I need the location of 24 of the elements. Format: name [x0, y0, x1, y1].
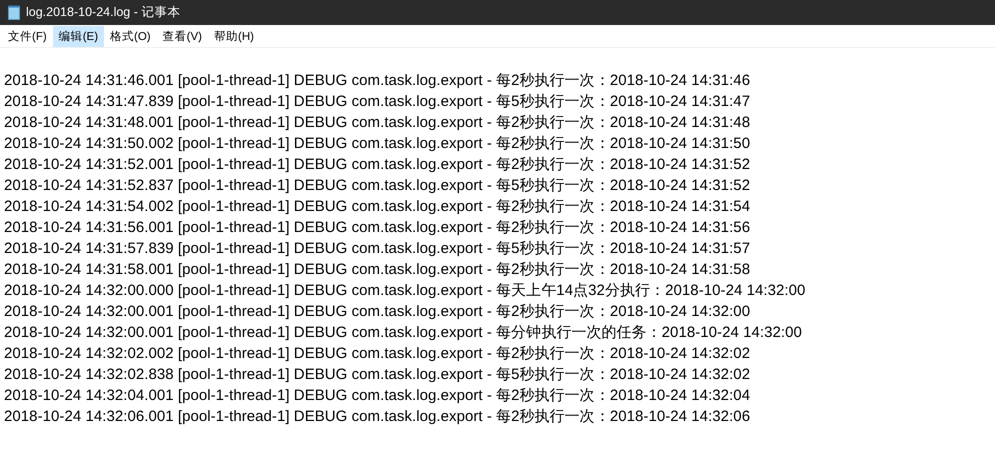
menu-item[interactable]: 查看(V): [156, 26, 208, 46]
log-line: 2018-10-24 14:31:58.001 [pool-1-thread-1] DEBUG com.task.log.export - 每2秒执行一次：2018-10-24 14:31:58: [4, 260, 752, 280]
log-line: 2018-10-24 14:31:52.001 [pool-1-thread-1] DEBUG com.task.log.export - 每2秒执行一次：2018-10-24 14:31:52: [4, 155, 752, 175]
log-line: 2018-10-24 14:32:02.838 [pool-1-thread-1] DEBUG com.task.log.export - 每5秒执行一次：2018-10-24 14:32:02: [4, 365, 752, 385]
log-line: 2018-10-24 14:31:56.001 [pool-1-thread-1] DEBUG com.task.log.export - 每2秒执行一次：2018-10-24 14:31:56: [4, 218, 752, 238]
log-line: 2018-10-24 14:31:50.002 [pool-1-thread-1] DEBUG com.task.log.export - 每2秒执行一次：2018-10-24 14:31:50: [4, 134, 752, 154]
menu-item[interactable]: 文件(F): [2, 26, 53, 46]
log-line: 2018-10-24 14:31:46.001 [pool-1-thread-1] DEBUG com.task.log.export - 每2秒执行一次：2018-10-24 14:31:46: [4, 71, 752, 91]
log-line: 2018-10-24 14:32:00.000 [pool-1-thread-1] DEBUG com.task.log.export - 每天上午14点32分执行：2018-10-24 14:32:00: [4, 281, 806, 301]
menu-item[interactable]: 格式(O): [104, 26, 157, 46]
log-line: 2018-10-24 14:31:48.001 [pool-1-thread-1] DEBUG com.task.log.export - 每2秒执行一次：2018-10-24 14:31:48: [4, 113, 752, 133]
log-line: 2018-10-24 14:32:00.001 [pool-1-thread-1] DEBUG com.task.log.export - 每分钟执行一次的任务：2018-10-24 14:32:00: [4, 323, 803, 343]
notepad-icon: [8, 5, 20, 20]
log-line: 2018-10-24 14:32:04.001 [pool-1-thread-1] DEBUG com.task.log.export - 每2秒执行一次：2018-10-24 14:32:04: [4, 386, 752, 406]
menu-item[interactable]: 帮助(H): [208, 26, 260, 46]
log-line: 2018-10-24 14:31:54.002 [pool-1-thread-1] DEBUG com.task.log.export - 每2秒执行一次：2018-10-24 14:31:54: [4, 197, 752, 217]
log-line: 2018-10-24 14:32:00.001 [pool-1-thread-1] DEBUG com.task.log.export - 每2秒执行一次：2018-10-24 14:32:00: [4, 302, 752, 322]
window-title: log.2018-10-24.log - 记事本: [26, 4, 180, 21]
log-line: 2018-10-24 14:31:47.839 [pool-1-thread-1] DEBUG com.task.log.export - 每5秒执行一次：2018-10-24 14:31:47: [4, 92, 752, 112]
log-line: 2018-10-24 14:31:57.839 [pool-1-thread-1] DEBUG com.task.log.export - 每5秒执行一次：2018-10-24 14:31:57: [4, 239, 752, 259]
log-line: 2018-10-24 14:32:06.001 [pool-1-thread-1] DEBUG com.task.log.export - 每2秒执行一次：2018-10-24 14:32:06: [4, 407, 752, 427]
menu-item[interactable]: 编辑(E): [52, 26, 104, 46]
log-line: 2018-10-24 14:32:02.002 [pool-1-thread-1] DEBUG com.task.log.export - 每2秒执行一次：2018-10-24 14:32:02: [4, 344, 752, 364]
log-line: 2018-10-24 14:31:52.837 [pool-1-thread-1] DEBUG com.task.log.export - 每5秒执行一次：2018-10-24 14:31:52: [4, 176, 752, 196]
